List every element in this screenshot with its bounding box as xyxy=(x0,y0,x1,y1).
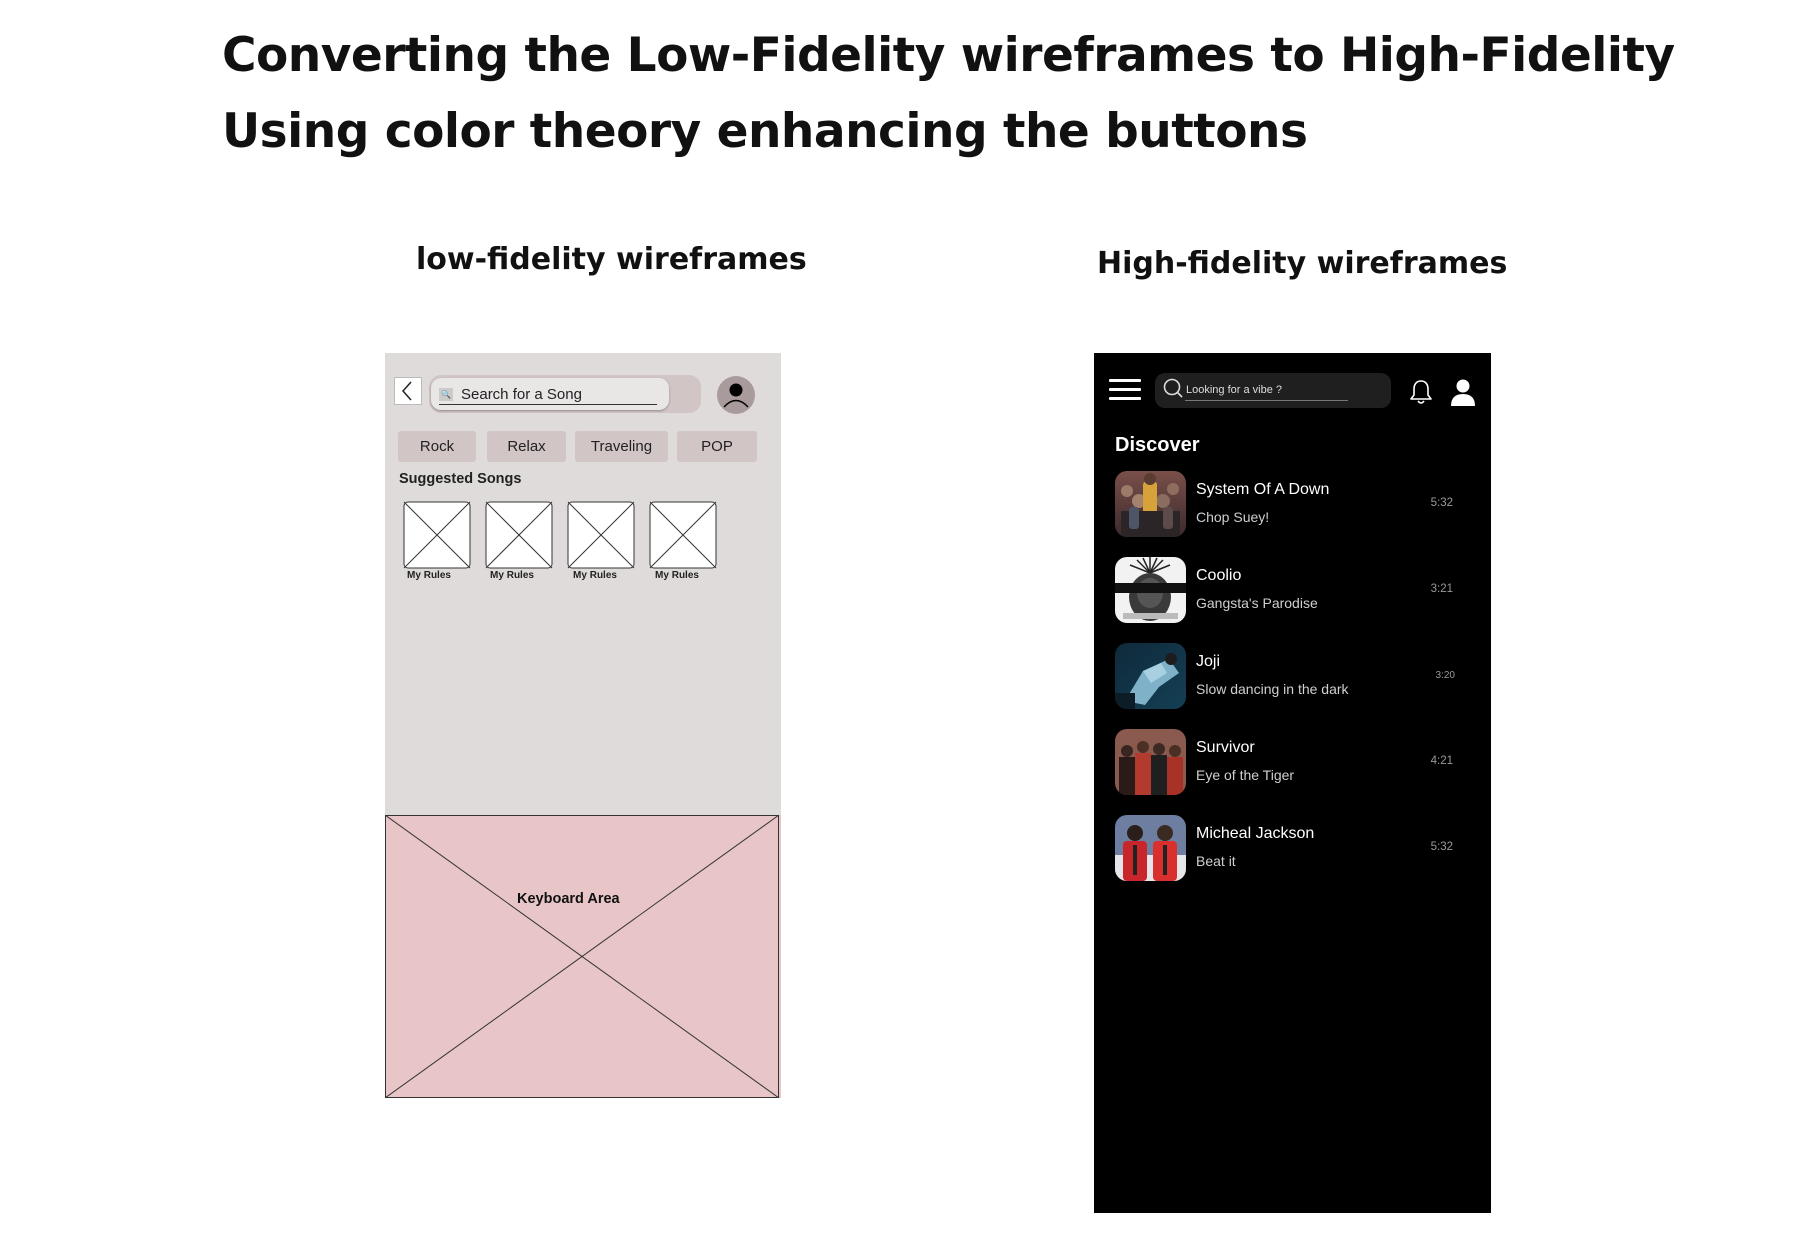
discover-title: Discover xyxy=(1115,434,1200,456)
song-title: Slow dancing in the dark xyxy=(1196,681,1349,697)
tag-traveling[interactable]: Traveling xyxy=(575,431,668,462)
hifi-title: High-fidelity wireframes xyxy=(1097,246,1508,281)
song-row[interactable]: Micheal Jackson Beat it 5:32 xyxy=(1115,815,1475,881)
artist-name: Micheal Jackson xyxy=(1196,825,1315,842)
back-button[interactable] xyxy=(394,377,422,405)
image-placeholder-icon[interactable] xyxy=(485,501,553,569)
song-row[interactable]: Joji Slow dancing in the dark 3:20 xyxy=(1115,643,1475,709)
artist-name: Survivor xyxy=(1196,739,1255,756)
back-arrow-icon xyxy=(401,381,412,401)
lofi-wireframe: 🔍 Search for a Song Rock Relax Traveling… xyxy=(385,353,781,1098)
tag-pop[interactable]: POP xyxy=(677,431,757,462)
artist-name: Coolio xyxy=(1196,567,1242,584)
lofi-title: low-fidelity wireframes xyxy=(416,242,807,277)
avatar-icon xyxy=(723,383,749,408)
album-cover xyxy=(1115,815,1186,881)
search-icon xyxy=(1163,378,1183,398)
song-duration: 4:21 xyxy=(1430,755,1453,767)
hifi-wireframe: Looking for a vibe ? Discover System Of … xyxy=(1094,353,1491,1213)
thumb-label: My Rules xyxy=(490,570,534,581)
album-cover xyxy=(1115,729,1186,795)
keyboard-area: Keyboard Area xyxy=(385,815,781,1098)
album-cover xyxy=(1115,557,1186,623)
song-title: Beat it xyxy=(1196,853,1236,869)
lofi-search-underline xyxy=(439,404,657,405)
song-title: Eye of the Tiger xyxy=(1196,767,1295,783)
image-placeholder-icon[interactable] xyxy=(403,501,471,569)
song-duration: 3:21 xyxy=(1430,583,1453,595)
hifi-search-input[interactable]: Looking for a vibe ? xyxy=(1155,373,1391,408)
song-row[interactable]: Coolio Gangsta's Parodise 3:21 xyxy=(1115,557,1475,623)
image-placeholder-icon[interactable] xyxy=(649,501,717,569)
song-row[interactable]: System Of A Down Chop Suey! 5:32 xyxy=(1115,471,1475,537)
song-title: Gangsta's Parodise xyxy=(1196,595,1318,611)
bell-icon[interactable] xyxy=(1408,378,1434,406)
avatar-button[interactable] xyxy=(717,376,755,414)
thumb-label: My Rules xyxy=(407,570,451,581)
song-duration: 3:20 xyxy=(1435,670,1455,681)
lofi-search-placeholder: Search for a Song xyxy=(461,386,582,403)
song-duration: 5:32 xyxy=(1430,841,1453,853)
user-icon[interactable] xyxy=(1448,377,1478,407)
song-row[interactable]: Survivor Eye of the Tiger 4:21 xyxy=(1115,729,1475,795)
tag-rock[interactable]: Rock xyxy=(398,431,476,462)
album-cover xyxy=(1115,643,1186,709)
artist-name: Joji xyxy=(1196,653,1221,670)
tag-relax[interactable]: Relax xyxy=(487,431,566,462)
hamburger-menu-icon[interactable] xyxy=(1109,379,1141,401)
suggested-songs-title: Suggested Songs xyxy=(399,471,522,487)
page-heading-line-1: Converting the Low-Fidelity wireframes t… xyxy=(222,28,1675,83)
song-duration: 5:32 xyxy=(1430,497,1453,509)
hifi-search-underline xyxy=(1185,400,1348,401)
lofi-search-container: 🔍 Search for a Song xyxy=(429,375,701,413)
thumb-label: My Rules xyxy=(655,570,699,581)
image-placeholder-icon[interactable] xyxy=(567,501,635,569)
search-icon: 🔍 xyxy=(439,388,453,401)
lofi-search-input[interactable]: 🔍 Search for a Song xyxy=(431,378,669,410)
keyboard-placeholder-cross xyxy=(385,815,780,1098)
hifi-search-placeholder: Looking for a vibe ? xyxy=(1186,384,1283,396)
artist-name: System Of A Down xyxy=(1196,481,1330,498)
keyboard-label: Keyboard Area xyxy=(515,891,622,907)
album-cover xyxy=(1115,471,1186,537)
page-heading-line-2: Using color theory enhancing the buttons xyxy=(222,104,1308,159)
song-title: Chop Suey! xyxy=(1196,509,1270,525)
thumb-label: My Rules xyxy=(573,570,617,581)
